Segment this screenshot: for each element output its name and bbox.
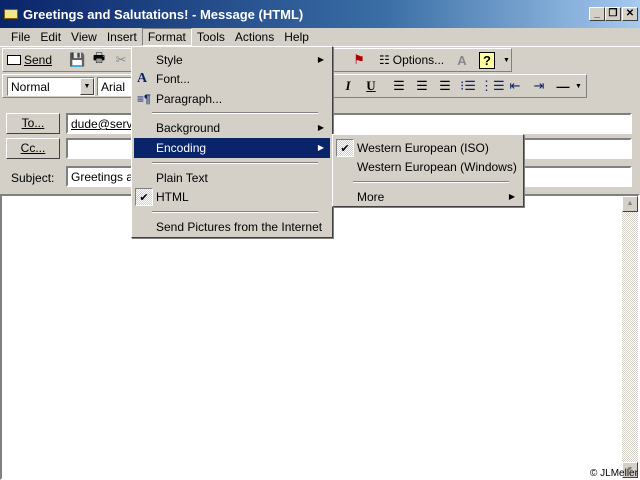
cc-button[interactable]: Cc...: [6, 138, 60, 159]
menu-item-more[interactable]: More ▶: [335, 187, 521, 207]
font-color-icon[interactable]: A: [451, 53, 473, 68]
help-icon[interactable]: ?: [479, 51, 495, 69]
close-button[interactable]: ✕: [622, 7, 638, 21]
decrease-indent-icon[interactable]: ⇤: [504, 78, 526, 94]
menu-format[interactable]: Format: [141, 28, 192, 46]
menu-item-font[interactable]: A Font...: [134, 69, 330, 89]
menu-separator: [152, 211, 318, 213]
window-title: Greetings and Salutations! - Message (HT…: [23, 6, 304, 22]
menu-help[interactable]: Help: [279, 29, 314, 45]
bullets-icon[interactable]: ⁝☰: [457, 78, 479, 94]
watermark: © JLMeller: [590, 468, 638, 479]
submenu-arrow-icon: ▶: [508, 192, 515, 201]
flag-icon[interactable]: ⚑: [348, 52, 370, 68]
menu-insert[interactable]: Insert: [102, 29, 142, 45]
checkmark-icon: ✔: [336, 139, 354, 157]
increase-indent-icon[interactable]: ⇥: [528, 78, 550, 94]
align-right-icon[interactable]: ☰: [434, 78, 456, 94]
menu-separator: [152, 112, 318, 114]
toolbar-options-chevron-icon[interactable]: ▼: [503, 57, 510, 64]
menu-view[interactable]: View: [66, 29, 102, 45]
envelope-icon: [4, 9, 18, 19]
encoding-submenu: ✔ Western European (ISO) Western European…: [332, 134, 524, 207]
style-select[interactable]: Normal ▼: [7, 77, 95, 96]
submenu-arrow-icon: ▶: [317, 143, 324, 152]
scroll-up-icon[interactable]: ▲: [622, 196, 638, 212]
print-icon[interactable]: 🖶: [88, 49, 110, 71]
menu-tools[interactable]: Tools: [192, 29, 230, 45]
menu-item-background[interactable]: Background ▶: [134, 118, 330, 138]
submenu-arrow-icon: ▶: [317, 123, 324, 132]
align-center-icon[interactable]: ☰: [411, 78, 433, 94]
checkmark-icon: ✔: [135, 188, 153, 206]
menu-item-style[interactable]: Style ▶: [134, 50, 330, 70]
italic-button[interactable]: I: [337, 78, 359, 94]
menu-item-encoding[interactable]: Encoding ▶: [134, 138, 330, 158]
paragraph-icon: ≡¶: [137, 92, 151, 106]
menu-actions[interactable]: Actions: [230, 29, 279, 45]
numbering-icon[interactable]: ⋮☰: [480, 78, 505, 94]
options-icon: ☷: [379, 53, 390, 67]
chevron-down-icon: ▼: [80, 78, 94, 95]
menu-separator: [353, 181, 509, 183]
title-bar: Greetings and Salutations! - Message (HT…: [0, 0, 640, 28]
menu-bar: File Edit View Insert Format Tools Actio…: [0, 28, 640, 47]
subject-label: Subject:: [11, 171, 55, 185]
minimize-button[interactable]: _: [589, 7, 605, 21]
restore-button[interactable]: ❐: [605, 7, 621, 21]
font-icon: A: [137, 71, 148, 86]
cut-icon[interactable]: ✂: [110, 52, 132, 68]
menu-item-plain-text[interactable]: Plain Text: [134, 168, 330, 188]
send-button[interactable]: Send: [3, 53, 56, 67]
menu-separator: [152, 162, 318, 164]
menu-item-paragraph[interactable]: ≡¶ Paragraph...: [134, 89, 330, 109]
save-icon[interactable]: 💾: [66, 52, 88, 68]
toolbar-options-chevron-icon[interactable]: ▼: [575, 83, 582, 90]
vertical-scrollbar[interactable]: ▲ ▼: [622, 196, 638, 478]
menu-item-western-european-iso[interactable]: ✔ Western European (ISO): [335, 138, 521, 158]
format-menu: Style ▶ A Font... ≡¶ Paragraph... Backgroun…: [131, 46, 333, 238]
menu-item-send-pictures[interactable]: Send Pictures from the Internet: [134, 217, 330, 237]
to-button[interactable]: To...: [6, 113, 60, 134]
submenu-arrow-icon: ▶: [317, 55, 324, 64]
horizontal-line-icon[interactable]: —: [552, 79, 574, 94]
menu-file[interactable]: File: [6, 29, 35, 45]
menu-item-western-european-windows[interactable]: Western European (Windows): [335, 157, 521, 177]
send-icon: [7, 55, 21, 65]
options-button[interactable]: ☷ Options...: [375, 53, 448, 67]
menu-item-html[interactable]: ✔ HTML: [134, 187, 330, 207]
underline-button[interactable]: U: [360, 78, 382, 94]
align-left-icon[interactable]: ☰: [388, 78, 410, 94]
menu-edit[interactable]: Edit: [35, 29, 66, 45]
